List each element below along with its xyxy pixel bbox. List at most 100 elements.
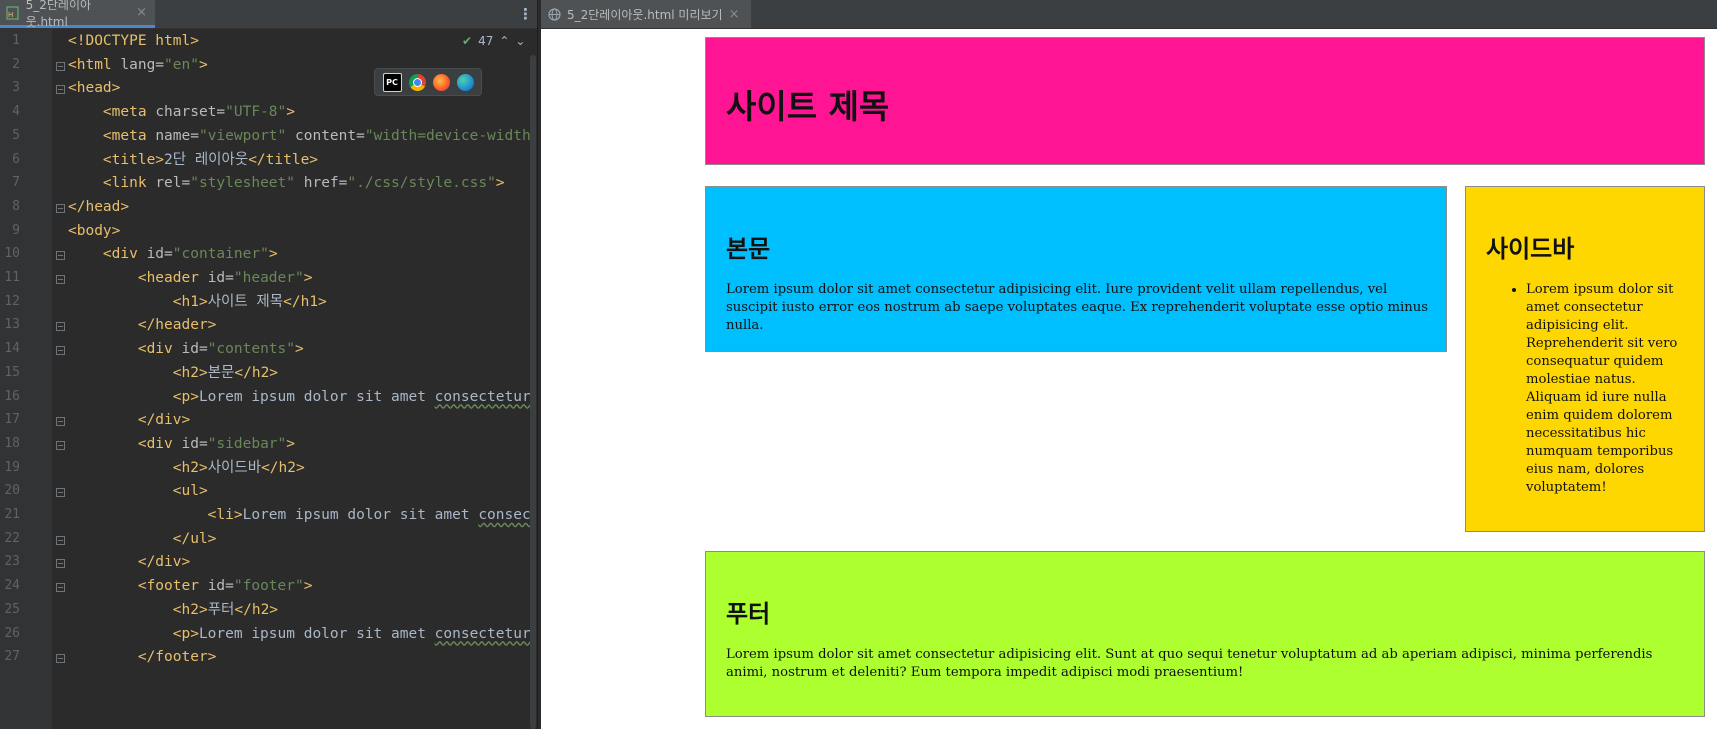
line-number: 17: [4, 412, 20, 428]
code-line: <link rel="stylesheet" href="./css/style…: [68, 175, 505, 192]
editor-tab-label: 5_2단레이아웃.html: [25, 0, 92, 29]
line-number: 26: [4, 625, 20, 641]
line-number: 13: [4, 317, 20, 333]
line-number: 16: [4, 388, 20, 404]
line-number-gutter: 1 2 3 4 5 6 7 8 9 10 11 12 13 14 15 16 17 18 19 20 21 22 23 24 2…: [0, 29, 65, 729]
code-line: <html lang="en">: [68, 56, 208, 73]
firefox-icon[interactable]: [432, 73, 450, 91]
fold-close-icon[interactable]: [56, 559, 65, 569]
line-number: 8: [12, 198, 20, 214]
preview-tab-bar: 5_2단레이아웃.html 미리보기 ×: [541, 0, 1717, 29]
fold-close-icon[interactable]: [56, 654, 65, 664]
chevron-up-icon[interactable]: ⌃: [499, 34, 509, 48]
line-number: 9: [12, 222, 20, 238]
line-number: 20: [4, 483, 20, 499]
line-number: 21: [4, 507, 20, 522]
code-line: </ul>: [68, 530, 217, 547]
code-line: <ul>: [68, 483, 208, 500]
chevron-down-icon[interactable]: ⌄: [515, 34, 525, 48]
fold-close-icon[interactable]: [56, 322, 65, 332]
site-title: 사이트 제목: [726, 87, 890, 126]
contents-title: 본문: [726, 235, 771, 263]
code-line: <head>: [68, 80, 121, 97]
site-header: 사이트 제목: [705, 37, 1705, 165]
line-number: 4: [12, 104, 20, 120]
html-preview-pane: 5_2단레이아웃.html 미리보기 × 사이트 제목 본문 Lorem ips…: [541, 0, 1717, 729]
code-line: <footer id="footer">: [68, 578, 313, 595]
close-icon[interactable]: ×: [136, 5, 147, 20]
close-icon[interactable]: ×: [729, 7, 740, 22]
line-number: 27: [4, 649, 20, 665]
globe-icon: [547, 7, 561, 21]
preview-tab[interactable]: 5_2단레이아웃.html 미리보기 ×: [541, 0, 751, 28]
code-line: </div>: [68, 412, 191, 429]
line-number: 22: [4, 530, 20, 546]
fold-close-icon[interactable]: [56, 535, 65, 545]
code-line: <p>Lorem ipsum dolor sit amet consectetu…: [68, 625, 531, 642]
fold-close-icon[interactable]: [56, 417, 65, 427]
fold-open-icon[interactable]: [56, 346, 65, 356]
preview-page: 사이트 제목 본문 Lorem ipsum dolor sit amet con…: [541, 29, 1717, 729]
editor-scrollbar[interactable]: [530, 55, 536, 729]
fold-open-icon[interactable]: [56, 488, 65, 498]
more-options-icon[interactable]: ⋮: [518, 5, 533, 23]
fold-open-icon[interactable]: [56, 251, 65, 261]
line-number: 10: [4, 246, 20, 262]
code-line: <h2>본문</h2>: [68, 364, 279, 381]
sidebar-section: 사이드바 Lorem ipsum dolor sit amet consecte…: [1465, 186, 1705, 532]
fold-close-icon[interactable]: [56, 203, 65, 213]
code-line: <p>Lorem ipsum dolor sit amet consectetu…: [68, 388, 531, 405]
code-line: <li>Lorem ipsum dolor sit amet consec: [68, 507, 531, 523]
pycharm-icon[interactable]: PC: [382, 72, 402, 92]
line-number: 5: [12, 127, 20, 143]
code-line: </head>: [68, 198, 130, 215]
code-line: <meta name="viewport" content="width=dev…: [68, 127, 531, 144]
editor-tab-bar: H 5_2단레이아웃.html × ⋮: [0, 0, 541, 29]
check-icon: ✔: [462, 34, 473, 48]
sidebar-title: 사이드바: [1486, 235, 1575, 263]
code-line: <meta charset="UTF-8">: [68, 104, 295, 121]
fold-open-icon[interactable]: [56, 61, 65, 71]
line-number: 15: [4, 364, 20, 380]
code-line: </header>: [68, 317, 217, 334]
code-line: <!DOCTYPE html>: [68, 33, 199, 49]
line-number: 18: [4, 435, 20, 451]
footer-text: Lorem ipsum dolor sit amet consectetur a…: [726, 647, 1653, 680]
code-line: <div id="sidebar">: [68, 435, 296, 452]
line-number: 14: [4, 341, 20, 357]
line-number: 2: [12, 56, 20, 72]
site-footer: 푸터 Lorem ipsum dolor sit amet consectetu…: [705, 551, 1705, 717]
list-item: Lorem ipsum dolor sit amet consectetur a…: [1526, 281, 1686, 497]
code-line: <div id="contents">: [68, 341, 304, 358]
code-line: <h2>사이드바</h2>: [68, 459, 305, 476]
footer-title: 푸터: [726, 600, 771, 628]
editor-file-tab[interactable]: H 5_2단레이아웃.html ×: [0, 0, 155, 29]
code-line: <title>2단 레이아웃</title>: [68, 151, 319, 168]
code-editor-pane: H 5_2단레이아웃.html × ⋮ 1 2 3 4 5 6 7 8 9 10 11 12 13 14 1…: [0, 0, 541, 729]
edge-icon[interactable]: [456, 73, 474, 91]
preview-tab-label: 5_2단레이아웃.html 미리보기: [567, 7, 723, 22]
line-number: 12: [4, 293, 20, 309]
code-line: </div>: [68, 554, 191, 571]
fold-open-icon[interactable]: [56, 583, 65, 593]
line-number: 25: [4, 601, 20, 617]
fold-open-icon[interactable]: [56, 275, 65, 284]
fold-open-icon[interactable]: [56, 85, 65, 95]
line-number: 1: [12, 33, 20, 48]
line-number: 7: [12, 175, 20, 191]
fold-open-icon[interactable]: [56, 440, 65, 450]
code-area[interactable]: <!DOCTYPE html> <html lang="en"> <head> <m…: [68, 29, 541, 729]
line-number: 24: [4, 578, 20, 594]
html-file-icon: H: [6, 5, 20, 20]
line-number: 3: [12, 80, 20, 96]
code-line: <h1>사이트 제목</h1>: [68, 293, 327, 310]
code-line: <div id="container">: [68, 246, 278, 263]
line-number: 23: [4, 554, 20, 570]
inspection-widget[interactable]: ✔ 47 ⌃ ⌄: [462, 34, 525, 48]
code-line: </footer>: [68, 649, 217, 666]
line-number: 11: [4, 270, 20, 285]
line-number: 19: [4, 459, 20, 475]
chrome-icon[interactable]: [408, 73, 426, 91]
inspection-count: 47: [478, 34, 494, 48]
contents-text: Lorem ipsum dolor sit amet consectetur a…: [726, 282, 1428, 333]
